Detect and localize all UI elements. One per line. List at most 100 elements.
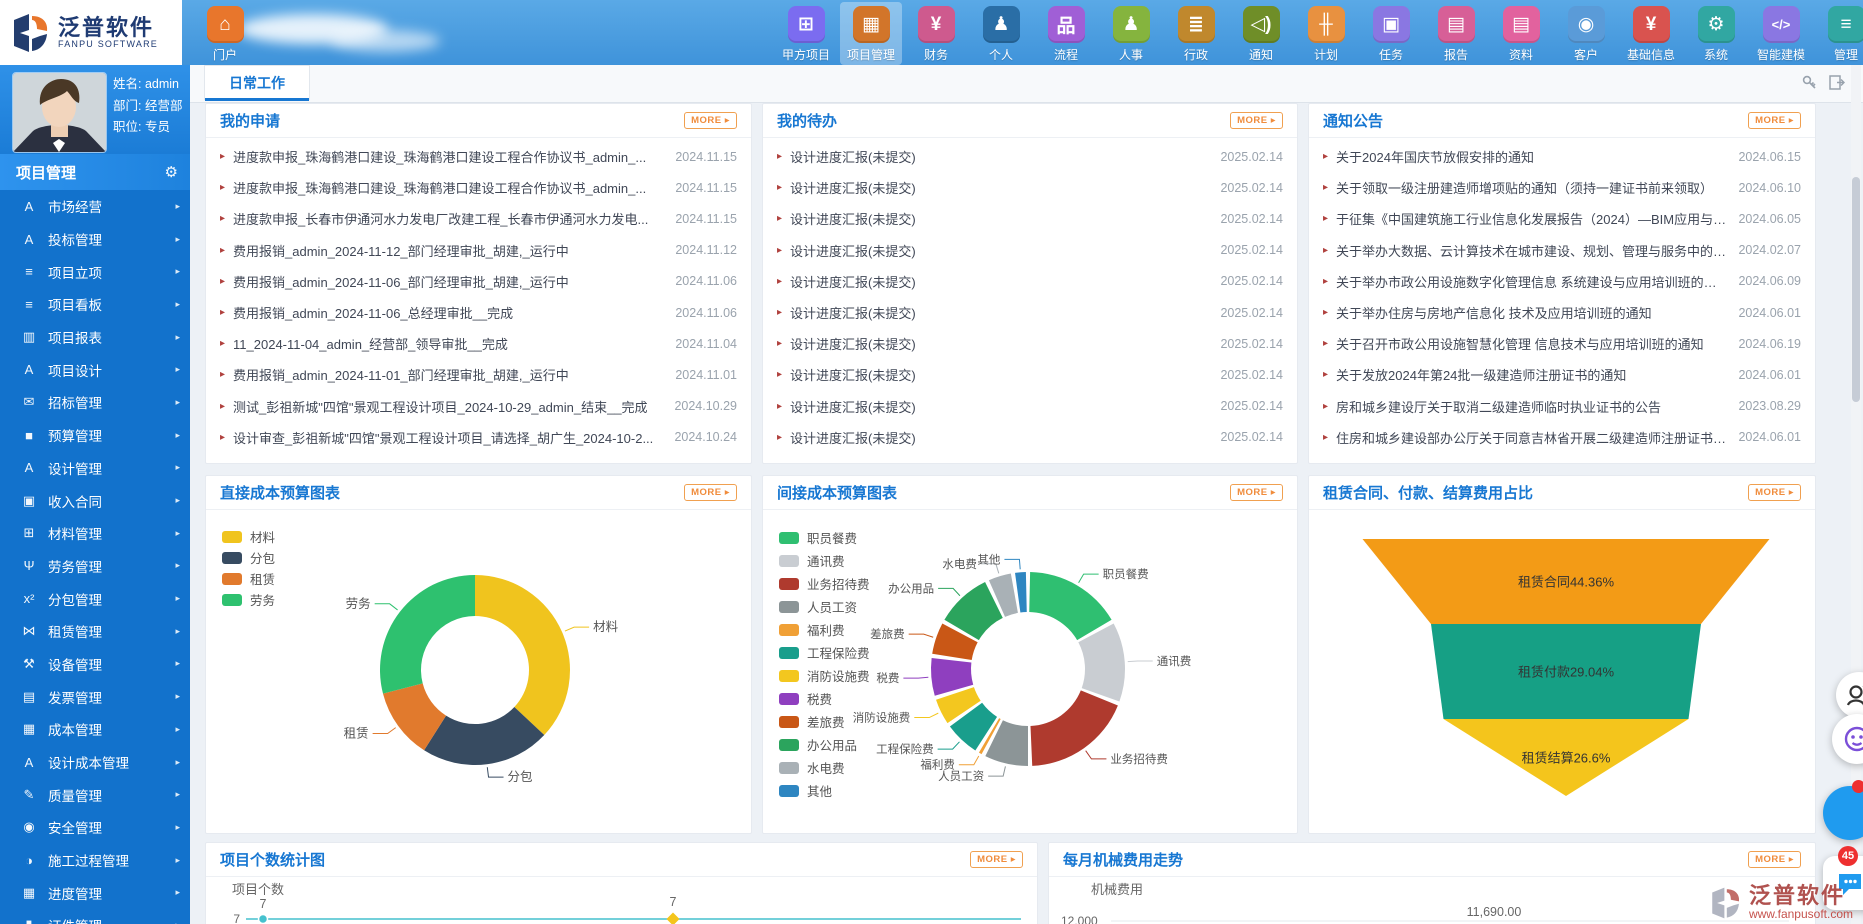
nav-item-通知[interactable]: ◁)通知 bbox=[1230, 2, 1292, 65]
gear-icon[interactable]: ⚙ bbox=[165, 163, 178, 181]
sidebar-item-项目看板[interactable]: ≡项目看板▸ bbox=[0, 288, 190, 321]
sidebar-item-设计成本管理[interactable]: A设计成本管理▸ bbox=[0, 746, 190, 779]
sidebar-item-材料管理[interactable]: ⊞材料管理▸ bbox=[0, 517, 190, 550]
sidebar-menu: A市场经营▸A投标管理▸≡项目立项▸≡项目看板▸▥项目报表▸A项目设计▸✉招标管… bbox=[0, 190, 190, 924]
sidebar-item-分包管理[interactable]: x²分包管理▸ bbox=[0, 582, 190, 615]
item-link[interactable]: 关于召开市政公用设施智慧化管理 信息技术与应用培训班的通知 bbox=[1336, 334, 1738, 353]
item-link[interactable]: 11_2024-11-04_admin_经营部_领导审批__完成 bbox=[233, 334, 675, 353]
nav-item-任务[interactable]: ▣任务 bbox=[1360, 2, 1422, 65]
bullet-icon: ▸ bbox=[777, 245, 782, 256]
item-link[interactable]: 住房和城乡建设部办公厅关于同意吉林省开展二级建造师注册证书电子化试点... bbox=[1336, 428, 1738, 447]
item-link[interactable]: 于征集《中国建筑施工行业信息化发展报告（2024）—BIM应用与发展》材料... bbox=[1336, 209, 1738, 228]
scrollbar-thumb[interactable] bbox=[1852, 177, 1860, 402]
sidebar-item-质量管理[interactable]: ✎质量管理▸ bbox=[0, 778, 190, 811]
item-date: 2025.02.14 bbox=[1220, 150, 1283, 164]
customer-service-button[interactable] bbox=[1836, 672, 1863, 718]
user-dept: 部门: 经营部 bbox=[113, 96, 182, 118]
item-link[interactable]: 费用报销_admin_2024-11-06_总经理审批__完成 bbox=[233, 303, 675, 322]
item-link[interactable]: 关于2024年国庆节放假安排的通知 bbox=[1336, 147, 1738, 166]
nav-item-计划[interactable]: ╫计划 bbox=[1295, 2, 1357, 65]
item-link[interactable]: 测试_彭祖新城"四馆"景观工程设计项目_2024-10-29_admin_结束_… bbox=[233, 397, 674, 416]
item-link[interactable]: 设计进度汇报(未提交) bbox=[790, 397, 1220, 416]
nav-item-个人[interactable]: ♟个人 bbox=[970, 2, 1032, 65]
item-link[interactable]: 设计审查_彭祖新城"四馆"景观工程设计项目_请选择_胡广生_2024-10-2.… bbox=[233, 428, 674, 447]
nav-item-管理[interactable]: ≡管理 bbox=[1815, 2, 1863, 65]
nav-item-行政[interactable]: ≣行政 bbox=[1165, 2, 1227, 65]
donut-slice-劳务 bbox=[380, 575, 475, 694]
more-button[interactable]: MORE ▸ bbox=[684, 112, 737, 129]
nav-item-系统[interactable]: ⚙系统 bbox=[1685, 2, 1747, 65]
nav-item-人事[interactable]: ♟人事 bbox=[1100, 2, 1162, 65]
item-link[interactable]: 费用报销_admin_2024-11-12_部门经理审批_胡建,_运行中 bbox=[233, 241, 675, 260]
sidebar-item-发票管理[interactable]: ▤发票管理▸ bbox=[0, 680, 190, 713]
nav-item-客户[interactable]: ◉客户 bbox=[1555, 2, 1617, 65]
item-link[interactable]: 设计进度汇报(未提交) bbox=[790, 241, 1220, 260]
sidebar-item-项目设计[interactable]: A项目设计▸ bbox=[0, 353, 190, 386]
item-link[interactable]: 关于发放2024年第24批一级建造师注册证书的通知 bbox=[1336, 365, 1738, 384]
sidebar-item-施工过程管理[interactable]: ◑施工过程管理▸ bbox=[0, 844, 190, 877]
sidebar-item-项目报表[interactable]: ▥项目报表▸ bbox=[0, 321, 190, 354]
data-label: 7 bbox=[260, 897, 267, 911]
nav-item-报告[interactable]: ▤报告 bbox=[1425, 2, 1487, 65]
item-link[interactable]: 设计进度汇报(未提交) bbox=[790, 178, 1220, 197]
sidebar-item-劳务管理[interactable]: Ψ劳务管理▸ bbox=[0, 550, 190, 583]
more-button[interactable]: MORE ▸ bbox=[1230, 484, 1283, 501]
key-icon[interactable] bbox=[1801, 74, 1818, 91]
sidebar-item-投标管理[interactable]: A投标管理▸ bbox=[0, 223, 190, 256]
item-link[interactable]: 设计进度汇报(未提交) bbox=[790, 209, 1220, 228]
more-button[interactable]: MORE ▸ bbox=[1748, 484, 1801, 501]
sidebar-item-成本管理[interactable]: ▦成本管理▸ bbox=[0, 713, 190, 746]
item-link[interactable]: 关于举办住房与房地产信息化 技术及应用培训班的通知 bbox=[1336, 303, 1738, 322]
sidebar-item-预算管理[interactable]: ■预算管理▸ bbox=[0, 419, 190, 452]
menu-item-icon: ≡ bbox=[18, 297, 40, 312]
sidebar-item-项目立项[interactable]: ≡项目立项▸ bbox=[0, 255, 190, 288]
item-link[interactable]: 房和城乡建设厅关于取消二级建造师临时执业证书的公告 bbox=[1336, 397, 1738, 416]
more-button[interactable]: MORE ▸ bbox=[1748, 112, 1801, 129]
item-link[interactable]: 关于领取一级注册建造师增项贴的通知（须持一建证书前来领取） bbox=[1336, 178, 1738, 197]
item-link[interactable]: 设计进度汇报(未提交) bbox=[790, 147, 1220, 166]
item-link[interactable]: 关于举办大数据、云计算技术在城市建设、规划、管理与服务中的应用培训班... bbox=[1336, 241, 1738, 260]
sidebar-item-进度管理[interactable]: ▦进度管理▸ bbox=[0, 876, 190, 909]
item-link[interactable]: 进度款申报_长春市伊通河水力发电厂改建工程_长春市伊通河水力发电... bbox=[233, 209, 675, 228]
nav-item-甲方项目[interactable]: ⊞甲方项目 bbox=[775, 2, 837, 65]
nav-item-基础信息[interactable]: ¥基础信息 bbox=[1620, 2, 1682, 65]
more-button[interactable]: MORE ▸ bbox=[684, 484, 737, 501]
item-link[interactable]: 进度款申报_珠海鹤港口建设_珠海鹤港口建设工程合作协议书_admin_... bbox=[233, 178, 675, 197]
item-link[interactable]: 费用报销_admin_2024-11-01_部门经理审批_胡建,_运行中 bbox=[233, 365, 675, 384]
item-link[interactable]: 设计进度汇报(未提交) bbox=[790, 334, 1220, 353]
more-button[interactable]: MORE ▸ bbox=[1748, 851, 1801, 868]
avatar bbox=[12, 72, 107, 153]
chevron-right-icon: ▸ bbox=[175, 593, 180, 604]
sidebar-section-header[interactable]: 项目管理 ⚙ bbox=[0, 154, 190, 190]
chat-bot-button[interactable] bbox=[1832, 714, 1863, 764]
item-link[interactable]: 进度款申报_珠海鹤港口建设_珠海鹤港口建设工程合作协议书_admin_... bbox=[233, 147, 675, 166]
nav-item-智能建模[interactable]: </>智能建模 bbox=[1750, 2, 1812, 65]
sidebar-item-招标管理[interactable]: ✉招标管理▸ bbox=[0, 386, 190, 419]
nav-item-项目管理[interactable]: ▦项目管理 bbox=[840, 2, 902, 65]
item-link[interactable]: 设计进度汇报(未提交) bbox=[790, 428, 1220, 447]
export-page-icon[interactable] bbox=[1828, 74, 1845, 91]
item-link[interactable]: 设计进度汇报(未提交) bbox=[790, 272, 1220, 291]
item-link[interactable]: 设计进度汇报(未提交) bbox=[790, 303, 1220, 322]
sidebar-item-安全管理[interactable]: ◉安全管理▸ bbox=[0, 811, 190, 844]
tab-daily-work[interactable]: 日常工作 bbox=[204, 65, 310, 100]
nav-item-财务[interactable]: ¥财务 bbox=[905, 2, 967, 65]
item-link[interactable]: 关于举办市政公用设施数字化管理信息 系统建设与应用培训班的通知 bbox=[1336, 272, 1738, 291]
list-item: ▸费用报销_admin_2024-11-06_部门经理审批_胡建,_运行中202… bbox=[206, 266, 751, 297]
assistant-button[interactable] bbox=[1823, 786, 1863, 840]
sidebar-item-市场经营[interactable]: A市场经营▸ bbox=[0, 190, 190, 223]
sidebar-item-证件管理[interactable]: ▮证件管理▸ bbox=[0, 909, 190, 924]
more-button[interactable]: MORE ▸ bbox=[970, 851, 1023, 868]
sidebar-item-设备管理[interactable]: ⚒设备管理▸ bbox=[0, 648, 190, 681]
chevron-right-icon: ▸ bbox=[175, 920, 180, 924]
nav-item-portal[interactable]: ⌂ 门户 bbox=[194, 2, 256, 65]
watermark-url[interactable]: www.fanpusoft.com bbox=[1749, 907, 1853, 921]
nav-item-流程[interactable]: 品流程 bbox=[1035, 2, 1097, 65]
sidebar-item-租赁管理[interactable]: ⋈租赁管理▸ bbox=[0, 615, 190, 648]
sidebar-item-设计管理[interactable]: A设计管理▸ bbox=[0, 452, 190, 485]
item-link[interactable]: 费用报销_admin_2024-11-06_部门经理审批_胡建,_运行中 bbox=[233, 272, 675, 291]
item-link[interactable]: 设计进度汇报(未提交) bbox=[790, 365, 1220, 384]
nav-item-资料[interactable]: ▤资料 bbox=[1490, 2, 1552, 65]
more-button[interactable]: MORE ▸ bbox=[1230, 112, 1283, 129]
sidebar-item-收入合同[interactable]: ▣收入合同▸ bbox=[0, 484, 190, 517]
